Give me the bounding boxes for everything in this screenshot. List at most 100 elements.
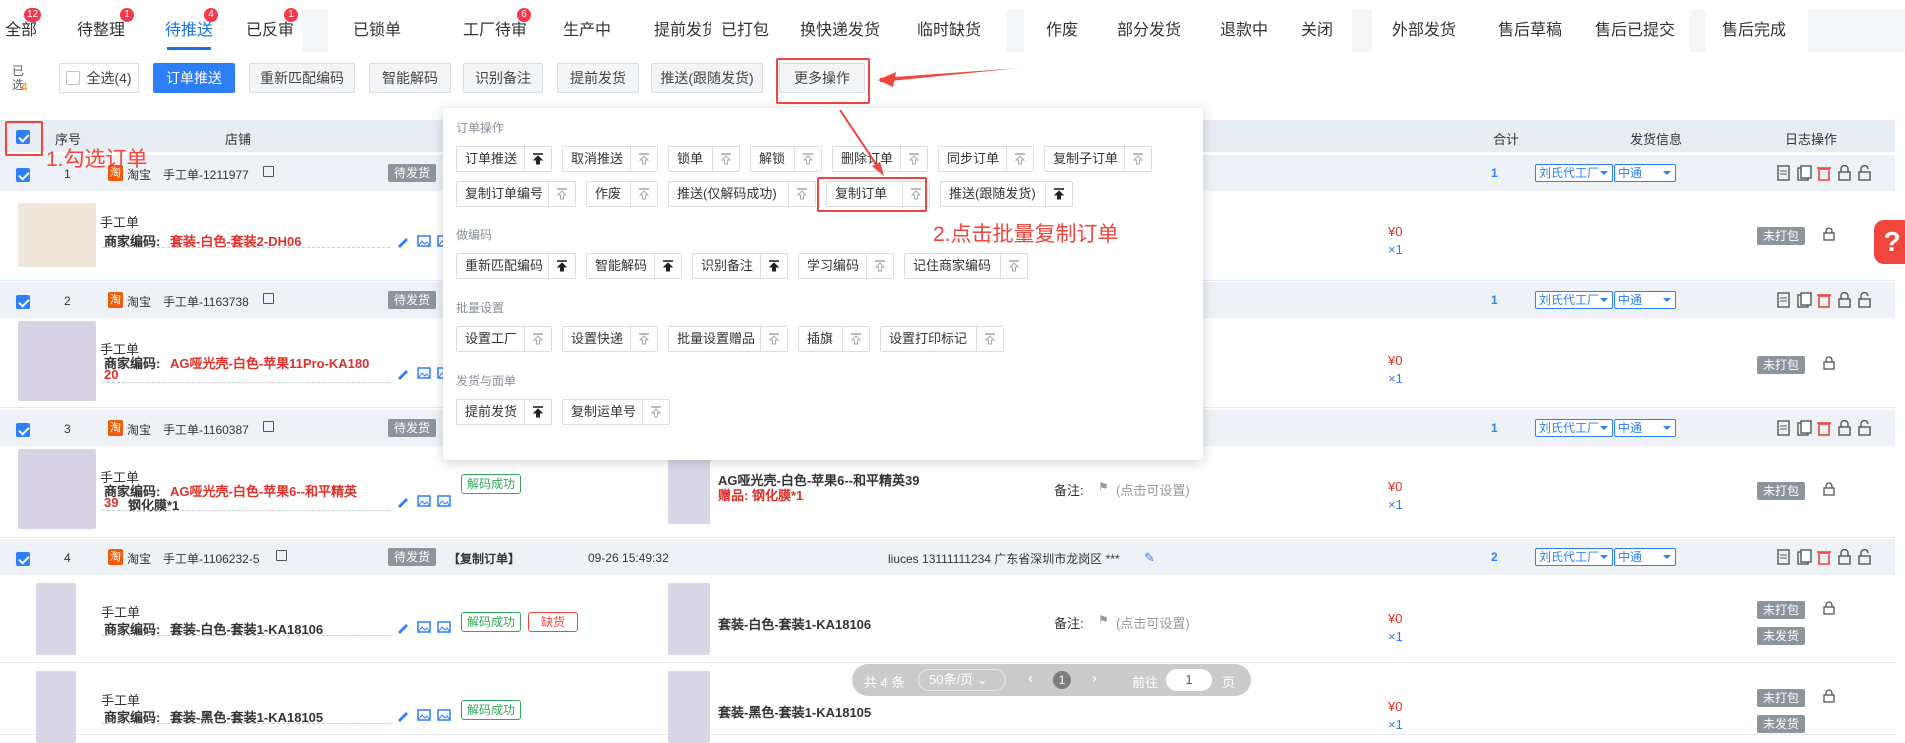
pin-icon[interactable]	[524, 147, 551, 171]
tab-14[interactable]: 关闭	[1282, 10, 1352, 52]
rematch-code-button[interactable]: 重新匹配编码	[249, 63, 355, 93]
current-page[interactable]: 1	[1053, 671, 1071, 689]
pin-icon[interactable]	[794, 147, 821, 171]
tab-3[interactable]: 已反审 1	[238, 8, 302, 52]
tab-11[interactable]: 作废	[1024, 10, 1100, 52]
express-select[interactable]: 中通	[1614, 548, 1676, 566]
panel-action-button[interactable]: 智能解码	[586, 253, 682, 279]
pin-icon[interactable]	[900, 147, 927, 171]
panel-action-button[interactable]: 设置打印标记	[880, 326, 1004, 352]
panel-action-button[interactable]: 作废	[586, 181, 658, 207]
pin-icon[interactable]	[760, 254, 787, 278]
pin-icon[interactable]	[642, 400, 669, 424]
edit-image-icons[interactable]	[396, 620, 452, 637]
panel-action-button[interactable]: 提前发货	[456, 399, 552, 425]
lock-icon[interactable]	[1822, 356, 1836, 373]
pin-icon[interactable]	[524, 400, 551, 424]
copy-icon[interactable]	[276, 550, 287, 561]
pin-icon[interactable]	[1006, 147, 1033, 171]
panel-action-button[interactable]: 同步订单	[938, 146, 1034, 172]
pin-icon[interactable]	[788, 182, 815, 206]
recognize-note-button[interactable]: 识别备注	[463, 63, 543, 93]
panel-action-button[interactable]: 识别备注	[692, 253, 788, 279]
pin-icon[interactable]	[866, 254, 893, 278]
express-select[interactable]: 中通	[1614, 419, 1676, 437]
tab-13[interactable]: 退款中	[1206, 10, 1282, 52]
flag-icon[interactable]: ⚑	[1098, 613, 1109, 627]
tab-2[interactable]: 待推送 4	[156, 8, 222, 52]
row-checkbox[interactable]	[16, 166, 30, 182]
next-page-icon[interactable]: ›	[1092, 670, 1097, 687]
tab-5[interactable]: 工厂待审 6	[455, 8, 535, 52]
tab-1[interactable]: 待整理 1	[64, 8, 138, 52]
panel-action-button[interactable]: 学习编码	[798, 253, 894, 279]
tab-8[interactable]: 已打包	[711, 10, 779, 52]
edit-image-icons[interactable]	[396, 494, 452, 511]
edit-image-icons[interactable]	[396, 708, 452, 725]
push-with-ship-button[interactable]: 推送(跟随发货)	[651, 63, 763, 93]
log-action-icons[interactable]	[1776, 548, 1872, 568]
panel-action-button[interactable]: 删除订单	[832, 146, 928, 172]
edit-address-icon[interactable]: ✎	[1144, 550, 1155, 566]
panel-action-button[interactable]: 订单推送	[456, 146, 552, 172]
pin-icon[interactable]	[630, 327, 657, 351]
row-checkbox[interactable]	[16, 421, 30, 437]
row-checkbox[interactable]	[16, 550, 30, 566]
panel-action-button[interactable]: 推送(跟随发货)	[940, 181, 1073, 207]
tab-6[interactable]: 生产中	[553, 10, 621, 52]
factory-select[interactable]: 刘氏代工厂	[1535, 291, 1613, 309]
factory-select[interactable]: 刘氏代工厂	[1535, 164, 1613, 182]
log-action-icons[interactable]	[1776, 419, 1872, 439]
panel-action-button[interactable]: 解锁	[750, 146, 822, 172]
smart-decode-button[interactable]: 智能解码	[369, 63, 451, 93]
pin-icon[interactable]	[630, 182, 657, 206]
lock-icon[interactable]	[1822, 689, 1836, 706]
tab-4[interactable]: 已锁单	[337, 10, 417, 52]
tab-17[interactable]: 售后已提交	[1580, 10, 1690, 52]
pin-icon[interactable]	[712, 147, 739, 171]
pin-icon[interactable]	[1124, 147, 1151, 171]
panel-action-button[interactable]: 复制运单号	[562, 399, 670, 425]
copy-icon[interactable]	[263, 166, 274, 177]
prev-page-icon[interactable]: ‹	[1028, 670, 1033, 687]
panel-action-button[interactable]: 复制子订单	[1044, 146, 1152, 172]
early-ship-button[interactable]: 提前发货	[557, 63, 639, 93]
flag-icon[interactable]: ⚑	[1098, 480, 1109, 494]
panel-action-button[interactable]: 推送(仅解码成功)	[668, 181, 816, 207]
factory-select[interactable]: 刘氏代工厂	[1535, 419, 1613, 437]
tab-0[interactable]: 全部 12	[0, 8, 42, 52]
tab-12[interactable]: 部分发货	[1100, 10, 1198, 52]
pin-icon[interactable]	[548, 182, 575, 206]
panel-action-button[interactable]: 记住商家编码	[904, 253, 1028, 279]
express-select[interactable]: 中通	[1614, 164, 1676, 182]
panel-action-button[interactable]: 取消推送	[562, 146, 658, 172]
goto-page-input[interactable]: 1	[1166, 669, 1212, 691]
panel-action-button[interactable]: 锁单	[668, 146, 740, 172]
tab-18[interactable]: 售后完成	[1706, 10, 1802, 52]
tab-16[interactable]: 售后草稿	[1480, 10, 1580, 52]
help-float-button[interactable]: ?	[1874, 220, 1905, 264]
lock-icon[interactable]	[1822, 601, 1836, 618]
panel-action-button[interactable]: 插旗	[798, 326, 870, 352]
row-checkbox[interactable]	[16, 293, 30, 309]
note-value[interactable]: (点击可设置)	[1116, 480, 1190, 499]
express-select[interactable]: 中通	[1614, 291, 1676, 309]
pin-icon[interactable]	[630, 147, 657, 171]
copy-icon[interactable]	[263, 421, 274, 432]
log-action-icons[interactable]	[1776, 164, 1872, 184]
pin-icon[interactable]	[842, 327, 869, 351]
panel-action-button[interactable]: 重新匹配编码	[456, 253, 576, 279]
tab-9[interactable]: 换快递发货	[791, 10, 889, 52]
log-action-icons[interactable]	[1776, 291, 1872, 311]
pin-icon[interactable]	[1000, 254, 1027, 278]
pin-icon[interactable]	[760, 327, 787, 351]
factory-select[interactable]: 刘氏代工厂	[1535, 548, 1613, 566]
pin-icon[interactable]	[548, 254, 575, 278]
push-order-button[interactable]: 订单推送	[153, 63, 235, 93]
pin-icon[interactable]	[976, 327, 1003, 351]
lock-icon[interactable]	[1822, 482, 1836, 499]
lock-icon[interactable]	[1822, 227, 1836, 244]
pin-icon[interactable]	[654, 254, 681, 278]
panel-action-button[interactable]: 设置工厂	[456, 326, 552, 352]
tab-10[interactable]: 临时缺货	[900, 10, 998, 52]
